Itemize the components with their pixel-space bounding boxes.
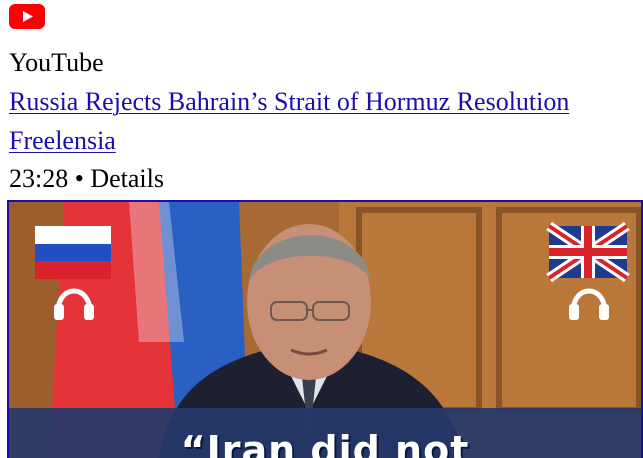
youtube-play-icon (9, 4, 45, 29)
meta-separator: • (74, 164, 84, 193)
channel-link[interactable]: Freelensia (9, 126, 116, 156)
video-thumbnail[interactable]: “Iran did not (7, 200, 643, 458)
thumbnail-caption: “Iran did not (180, 428, 470, 458)
video-meta: 23:28 • Details (9, 164, 164, 194)
video-title-link[interactable]: Russia Rejects Bahrain’s Strait of Hormu… (9, 87, 569, 117)
details-link[interactable]: Details (90, 164, 164, 193)
russia-flag-icon (35, 226, 111, 279)
thumbnail-image (9, 202, 641, 458)
uk-flag-icon (546, 221, 630, 283)
source-name: YouTube (9, 48, 104, 77)
video-duration: 23:28 (9, 164, 69, 193)
